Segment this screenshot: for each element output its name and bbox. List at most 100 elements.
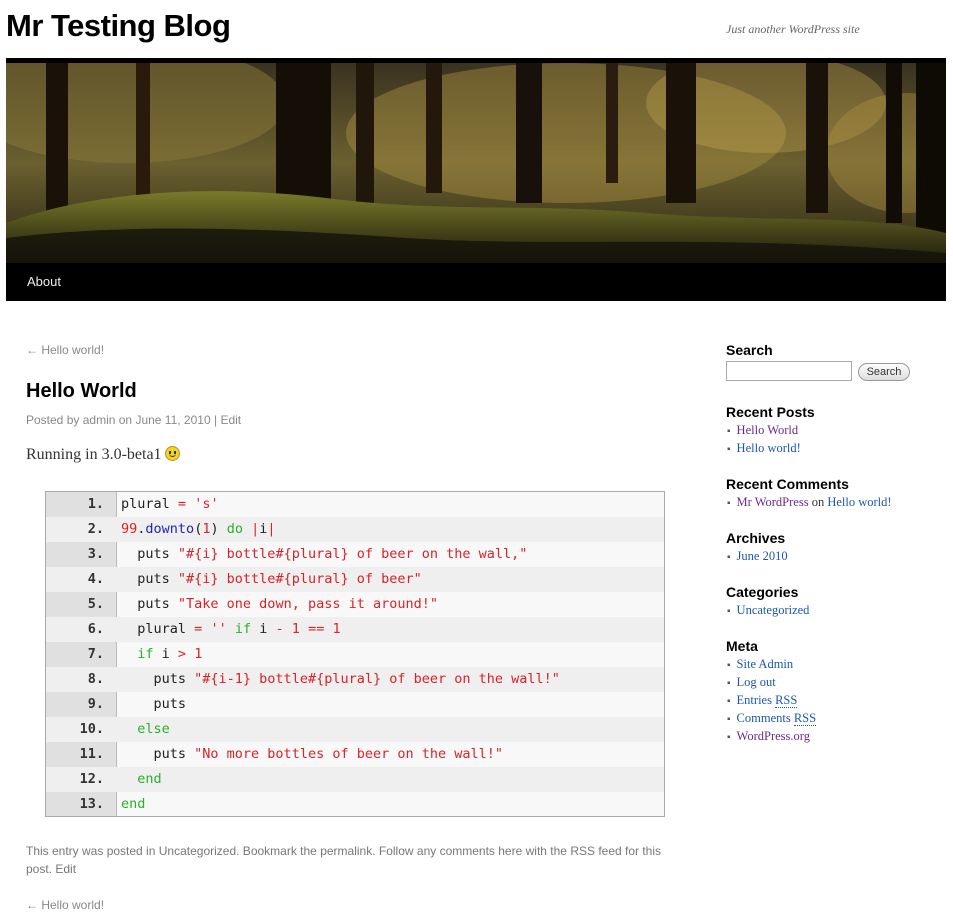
code-source: end xyxy=(137,771,162,787)
categories-title: Categories xyxy=(726,584,799,600)
comments-label: Comments xyxy=(736,711,791,725)
code-line: 11. puts "No more bottles of beer on the… xyxy=(46,742,664,767)
line-number: 5. xyxy=(87,596,104,612)
previous-post-link-bottom[interactable]: ← Hello world! xyxy=(26,898,104,912)
code-source: puts "#{i} bottle#{plural} of beer" xyxy=(121,571,422,587)
line-number: 9. xyxy=(87,696,104,712)
post-body: Running in 3.0-beta1 xyxy=(26,446,180,464)
search-widget-title: Search xyxy=(726,342,773,358)
recent-comments-title: Recent Comments xyxy=(726,476,849,492)
line-number: 2. xyxy=(87,521,104,537)
code-source: puts "#{i} bottle#{plural} of beer on th… xyxy=(121,546,528,562)
recent-post-link[interactable]: Hello World xyxy=(737,423,799,437)
list-item: Hello World xyxy=(727,421,801,439)
line-number: 7. xyxy=(87,646,104,662)
code-source: plural = '' if i - 1 == 1 xyxy=(121,621,341,637)
meta-list: Site Admin Log out Entries RSS Comments … xyxy=(727,655,817,745)
comment-post-link[interactable]: Hello world! xyxy=(827,495,891,509)
line-number: 13. xyxy=(79,796,104,812)
list-item: Log out xyxy=(727,673,816,691)
list-item: Uncategorized xyxy=(727,601,810,619)
comment-author-link[interactable]: Mr WordPress xyxy=(737,495,809,509)
list-item: Hello world! xyxy=(727,439,801,457)
category-link[interactable]: Uncategorized xyxy=(737,603,810,617)
list-item: WordPress.org xyxy=(727,727,816,745)
rss-abbr: RSS xyxy=(793,711,817,726)
post-title[interactable]: Hello World xyxy=(26,380,137,403)
recent-posts-list: Hello World Hello world! xyxy=(727,421,801,457)
category-link[interactable]: Uncategorized xyxy=(159,844,236,858)
code-line: 10. else xyxy=(46,717,664,742)
smiley-icon xyxy=(164,446,180,461)
code-line: 6. plural = '' if i - 1 == 1 xyxy=(46,617,664,642)
post-footer: This entry was posted in Uncategorized. … xyxy=(26,842,671,878)
search-input[interactable] xyxy=(726,361,852,381)
recent-comments-list: Mr WordPress on Hello world! xyxy=(727,493,892,511)
entries-label: Entries xyxy=(736,693,772,707)
code-source: else xyxy=(137,721,170,737)
line-number: 1. xyxy=(87,496,104,512)
previous-post-link[interactable]: ← Hello world! xyxy=(26,343,104,357)
code-line: 7. if i > 1 xyxy=(46,642,664,667)
site-title[interactable]: Mr Testing Blog xyxy=(6,8,231,44)
wordpress-org-link[interactable]: WordPress.org xyxy=(737,729,810,743)
footer-text: . xyxy=(48,862,53,876)
list-item: Entries RSS xyxy=(727,691,816,709)
code-line: 12. end xyxy=(46,767,664,792)
line-number: 3. xyxy=(87,546,104,562)
code-source: plural = 's' xyxy=(121,496,219,512)
code-line: 1. plural = 's' xyxy=(46,492,664,517)
list-item: June 2010 xyxy=(727,547,788,565)
code-line: 2. 99.downto(1) do |i| xyxy=(46,517,664,542)
permalink-link[interactable]: permalink xyxy=(320,844,372,858)
list-item: Comments RSS xyxy=(727,709,817,727)
rss-abbr: RSS xyxy=(775,693,798,708)
code-source: end xyxy=(121,796,146,812)
recent-post-link[interactable]: Hello world! xyxy=(737,441,801,455)
log-out-link[interactable]: Log out xyxy=(737,675,776,689)
list-item: Mr WordPress on Hello world! xyxy=(727,493,892,511)
comments-rss-link[interactable]: Comments RSS xyxy=(737,711,817,726)
edit-link[interactable]: Edit xyxy=(220,413,241,427)
code-line: 9. puts xyxy=(46,692,664,717)
site-admin-link[interactable]: Site Admin xyxy=(737,657,794,671)
meta-on: on xyxy=(118,413,133,427)
code-source: puts "Take one down, pass it around!" xyxy=(121,596,438,612)
footer-edit-link[interactable]: Edit xyxy=(55,862,76,876)
entries-rss-link[interactable]: Entries RSS xyxy=(737,693,798,708)
code-line: 4. puts "#{i} bottle#{plural} of beer" xyxy=(46,567,664,592)
footer-text: . Follow any comments here with the xyxy=(372,844,567,858)
search-button[interactable]: Search xyxy=(858,363,910,381)
line-number: 4. xyxy=(87,571,104,587)
code-source: puts "#{i-1} bottle#{plural} of beer on … xyxy=(121,671,560,687)
post-date-link[interactable]: June 11, 2010 xyxy=(135,413,210,427)
code-line: 5. puts "Take one down, pass it around!" xyxy=(46,592,664,617)
archives-list: June 2010 xyxy=(727,547,788,565)
meta-title: Meta xyxy=(726,638,758,654)
line-number: 12. xyxy=(79,771,104,787)
post-meta: Posted by admin on June 11, 2010 | Edit xyxy=(26,413,241,427)
comment-on-text: on xyxy=(811,495,825,509)
list-item: Site Admin xyxy=(727,655,816,673)
line-number: 8. xyxy=(87,671,104,687)
archives-title: Archives xyxy=(726,530,786,546)
footer-text: . Bookmark the xyxy=(236,844,317,858)
author-link[interactable]: admin xyxy=(83,413,116,427)
line-number: 10. xyxy=(79,721,104,737)
post-body-text: Running in 3.0-beta1 xyxy=(26,446,162,463)
site-description: Just another WordPress site xyxy=(726,22,860,36)
code-source: if i > 1 xyxy=(137,646,203,662)
code-source: 99.downto(1) do |i| xyxy=(121,521,276,537)
code-line: 3. puts "#{i} bottle#{plural} of beer on… xyxy=(46,542,664,567)
code-block: 1. plural = 's' 2. 99.downto(1) do |i| 3. … xyxy=(45,491,665,817)
archive-link[interactable]: June 2010 xyxy=(737,549,788,563)
nav-item-about[interactable]: About xyxy=(27,274,61,289)
line-number: 6. xyxy=(87,621,104,637)
line-number: 11. xyxy=(79,746,104,762)
meta-posted-by: Posted by xyxy=(26,413,80,427)
header-banner-image xyxy=(6,63,946,263)
recent-posts-title: Recent Posts xyxy=(726,404,815,420)
footer-text: This entry was posted in xyxy=(26,844,156,858)
main-navigation: About xyxy=(6,263,946,301)
code-line: 13. end xyxy=(46,792,664,816)
